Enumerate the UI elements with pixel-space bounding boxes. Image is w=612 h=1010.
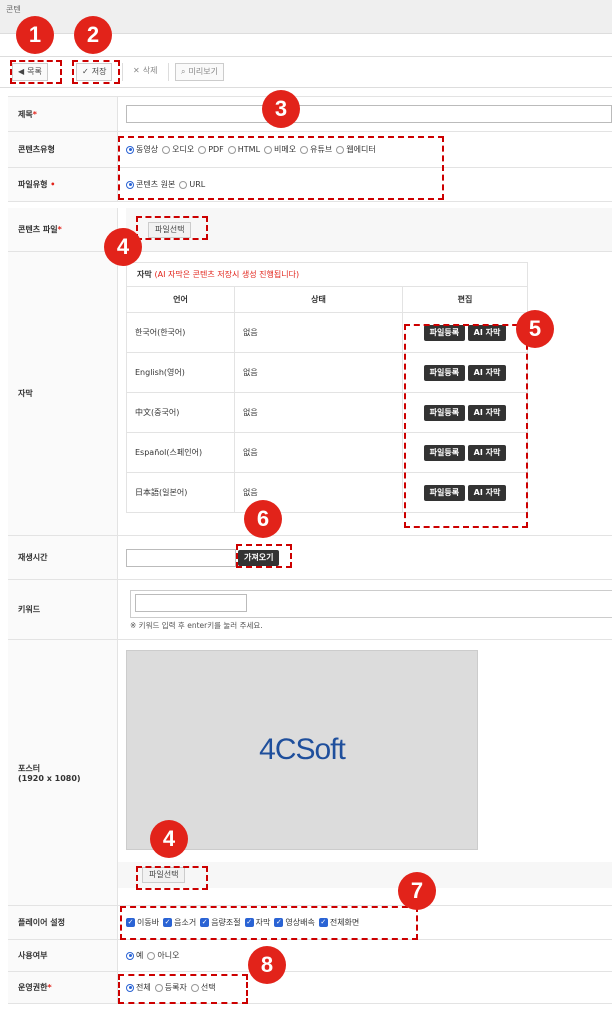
permission-label: 운영권한 *: [8, 972, 118, 1003]
poster-row: 포스터 (1920 x 1080) 4CSoft 파일선택: [8, 640, 612, 906]
poster-preview: 4CSoft: [126, 650, 478, 850]
use-option[interactable]: 예: [126, 950, 143, 961]
preview-button[interactable]: ⌕ 미리보기: [175, 63, 224, 81]
delete-button[interactable]: ✕ 삭제: [128, 63, 162, 81]
search-icon: ⌕: [181, 67, 186, 76]
keyword-box: [130, 590, 612, 618]
window-title: 콘텐: [6, 5, 21, 14]
callout-badge: 4: [104, 228, 142, 266]
player-settings-label: 플레이어 설정: [8, 906, 118, 939]
use-row: 사용여부 예 아니오: [8, 940, 612, 972]
callout-badge: 4: [150, 820, 188, 858]
playtime-label: 재생시간: [8, 536, 118, 579]
permission-row: 운영권한 * 전체 등록자 선택: [8, 972, 612, 1004]
keyword-hint: ※ 키워드 입력 후 enter키를 눌러 주세요.: [130, 621, 263, 630]
divider: [168, 63, 169, 81]
close-icon: ✕: [133, 66, 140, 75]
highlight-box: [120, 906, 418, 940]
highlight-box: [236, 544, 292, 568]
highlight-box: [136, 866, 208, 890]
content-type-label: 콘텐츠유형: [8, 132, 118, 167]
column-header: 편집: [402, 286, 528, 313]
callout-badge: 7: [398, 872, 436, 910]
use-label: 사용여부: [8, 940, 118, 971]
keyword-input[interactable]: [135, 594, 247, 612]
content-file-label: 콘텐츠 파일 *: [8, 208, 118, 251]
highlight-box: [136, 216, 208, 240]
subtitle-header: 자막 (AI 자막은 콘텐츠 저장시 생성 진행됩니다): [126, 262, 528, 286]
column-header: 언어: [126, 286, 235, 313]
title-input[interactable]: [126, 105, 612, 123]
poster-logo: 4CSoft: [259, 733, 346, 766]
callout-badge: 5: [516, 310, 554, 348]
poster-label: 포스터 (1920 x 1080): [8, 640, 118, 905]
title-row: 제목 *: [8, 96, 612, 132]
callout-badge: 3: [262, 90, 300, 128]
highlight-box: [118, 136, 444, 200]
callout-badge: 8: [248, 946, 286, 984]
keyword-row: 키워드 ※ 키워드 입력 후 enter키를 눌러 주세요.: [8, 580, 612, 640]
file-type-label: 파일유형 •: [8, 168, 118, 201]
highlight-box: [10, 60, 62, 84]
callout-badge: 2: [74, 16, 112, 54]
highlight-box: [404, 324, 528, 528]
highlight-box: [118, 974, 248, 1004]
playtime-input[interactable]: [126, 548, 236, 567]
divider: [122, 63, 123, 81]
keyword-label: 키워드: [8, 580, 118, 639]
use-option[interactable]: 아니오: [147, 950, 179, 961]
content-file-row: 콘텐츠 파일 * 파일선택: [8, 208, 612, 252]
callout-badge: 1: [16, 16, 54, 54]
highlight-box: [72, 60, 120, 84]
title-label: 제목 *: [8, 97, 118, 131]
playtime-row: 재생시간 가져오기: [8, 536, 612, 580]
column-header: 상태: [234, 286, 403, 313]
subtitle-label: 자막: [8, 252, 118, 535]
callout-badge: 6: [244, 500, 282, 538]
